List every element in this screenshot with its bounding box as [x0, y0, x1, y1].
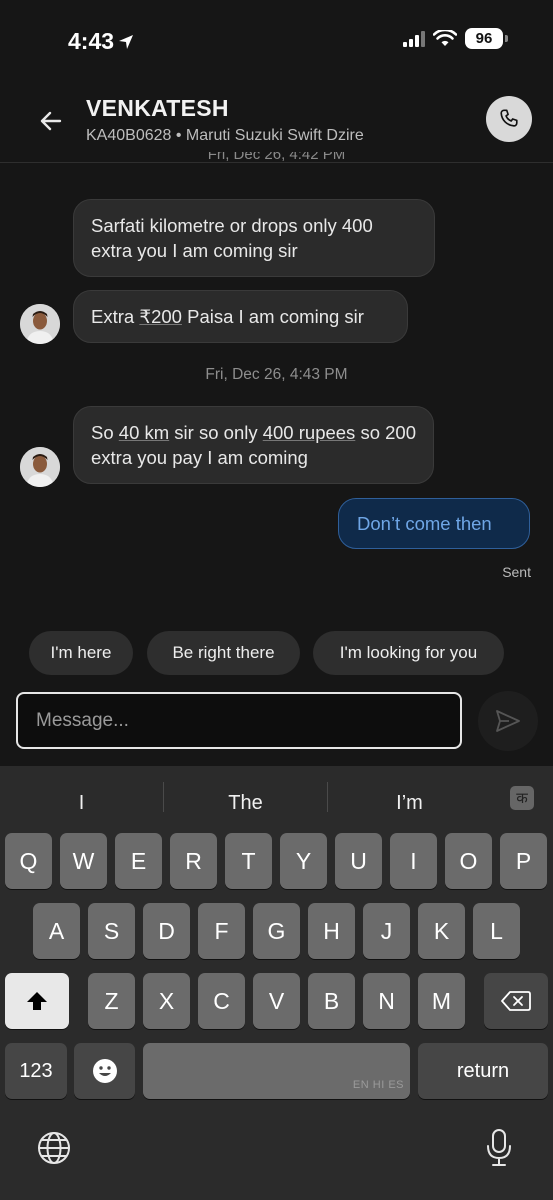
numbers-key[interactable]: 123 [5, 1043, 67, 1099]
key-v[interactable]: V [253, 973, 300, 1029]
key-r[interactable]: R [170, 833, 217, 889]
key-t[interactable]: T [225, 833, 272, 889]
cellular-signal-icon [403, 30, 425, 47]
emoji-key[interactable] [74, 1043, 135, 1099]
key-a[interactable]: A [33, 903, 80, 959]
suggestion-2[interactable]: The [164, 786, 327, 820]
sent-message: Don’t come then [338, 498, 530, 549]
key-l[interactable]: L [473, 903, 520, 959]
key-e[interactable]: E [115, 833, 162, 889]
received-message: Extra ₹200 Paisa I am coming sir [73, 290, 408, 343]
arrow-left-icon [40, 111, 62, 131]
space-key[interactable]: EN HI ES [143, 1043, 410, 1099]
send-icon [496, 710, 520, 732]
quick-reply-be-right-there[interactable]: Be right there [147, 631, 300, 675]
key-n[interactable]: N [363, 973, 410, 1029]
status-time: 4:43 [68, 28, 134, 55]
key-k[interactable]: K [418, 903, 465, 959]
message-text-part: Paisa I am coming sir [181, 306, 364, 327]
key-c[interactable]: C [198, 973, 245, 1029]
partial-timestamp: Fri, Dec 26, 4:42 PM [207, 152, 346, 162]
return-key[interactable]: return [418, 1043, 548, 1099]
keyboard: I The I’m क Q W E R T Y U I O P A S D F … [0, 766, 553, 1200]
key-i[interactable]: I [390, 833, 437, 889]
message-text: Sarfati kilometre or drops only 400 extr… [91, 215, 373, 261]
driver-avatar[interactable] [20, 447, 60, 487]
received-message: Sarfati kilometre or drops only 400 extr… [73, 199, 435, 277]
vehicle-info: KA40B0628 • Maruti Suzuki Swift Dzire [86, 127, 364, 144]
key-f[interactable]: F [198, 903, 245, 959]
key-u[interactable]: U [335, 833, 382, 889]
key-z[interactable]: Z [88, 973, 135, 1029]
wifi-icon [433, 30, 457, 46]
emoji-icon [92, 1059, 117, 1083]
sent-status: Sent [502, 564, 531, 580]
message-text-part: sir so only [169, 422, 263, 443]
microphone-icon [487, 1129, 511, 1166]
message-link-amount[interactable]: 400 rupees [263, 422, 356, 443]
status-time-text: 4:43 [68, 28, 115, 54]
shift-arrow-icon [27, 992, 47, 1010]
globe-button[interactable] [36, 1130, 72, 1166]
key-j[interactable]: J [363, 903, 410, 959]
backspace-key[interactable] [484, 973, 548, 1029]
dictation-button[interactable] [484, 1128, 514, 1168]
key-g[interactable]: G [253, 903, 300, 959]
timestamp: Fri, Dec 26, 4:43 PM [205, 366, 348, 383]
message-text-part: Extra [91, 306, 140, 327]
globe-icon [38, 1132, 70, 1164]
avatar-image [20, 447, 60, 487]
key-y[interactable]: Y [280, 833, 327, 889]
key-b[interactable]: B [308, 973, 355, 1029]
received-message: So 40 km sir so only 400 rupees so 200 e… [73, 406, 434, 484]
key-w[interactable]: W [60, 833, 107, 889]
location-arrow-icon [119, 34, 134, 49]
suggestion-1[interactable]: I [0, 786, 163, 820]
call-button[interactable] [486, 96, 532, 142]
key-q[interactable]: Q [5, 833, 52, 889]
key-d[interactable]: D [143, 903, 190, 959]
send-button[interactable] [478, 691, 538, 751]
phone-icon [500, 109, 518, 127]
status-indicators: 96 [403, 28, 508, 49]
key-x[interactable]: X [143, 973, 190, 1029]
battery-indicator: 96 [465, 28, 508, 49]
suggestion-3[interactable]: I’m [328, 786, 491, 820]
quick-reply-im-here[interactable]: I'm here [29, 631, 133, 675]
message-link-distance[interactable]: 40 km [119, 422, 169, 443]
message-link-amount[interactable]: ₹200 [139, 306, 182, 327]
key-s[interactable]: S [88, 903, 135, 959]
message-text-part: So [91, 422, 119, 443]
key-m[interactable]: M [418, 973, 465, 1029]
driver-avatar[interactable] [20, 304, 60, 344]
backspace-icon [501, 991, 531, 1011]
key-p[interactable]: P [500, 833, 547, 889]
space-language-hint: EN HI ES [352, 1079, 404, 1091]
quick-reply-looking-for-you[interactable]: I'm looking for you [313, 631, 504, 675]
shift-key[interactable] [5, 973, 69, 1029]
chat-header: VENKATESH KA40B0628 • Maruti Suzuki Swif… [0, 80, 553, 163]
message-input[interactable] [16, 692, 462, 749]
message-text: Don’t come then [357, 513, 492, 534]
back-button[interactable] [36, 106, 66, 136]
language-script-key[interactable]: क [510, 786, 534, 810]
key-o[interactable]: O [445, 833, 492, 889]
key-h[interactable]: H [308, 903, 355, 959]
avatar-image [20, 304, 60, 344]
contact-name: VENKATESH [86, 95, 229, 121]
